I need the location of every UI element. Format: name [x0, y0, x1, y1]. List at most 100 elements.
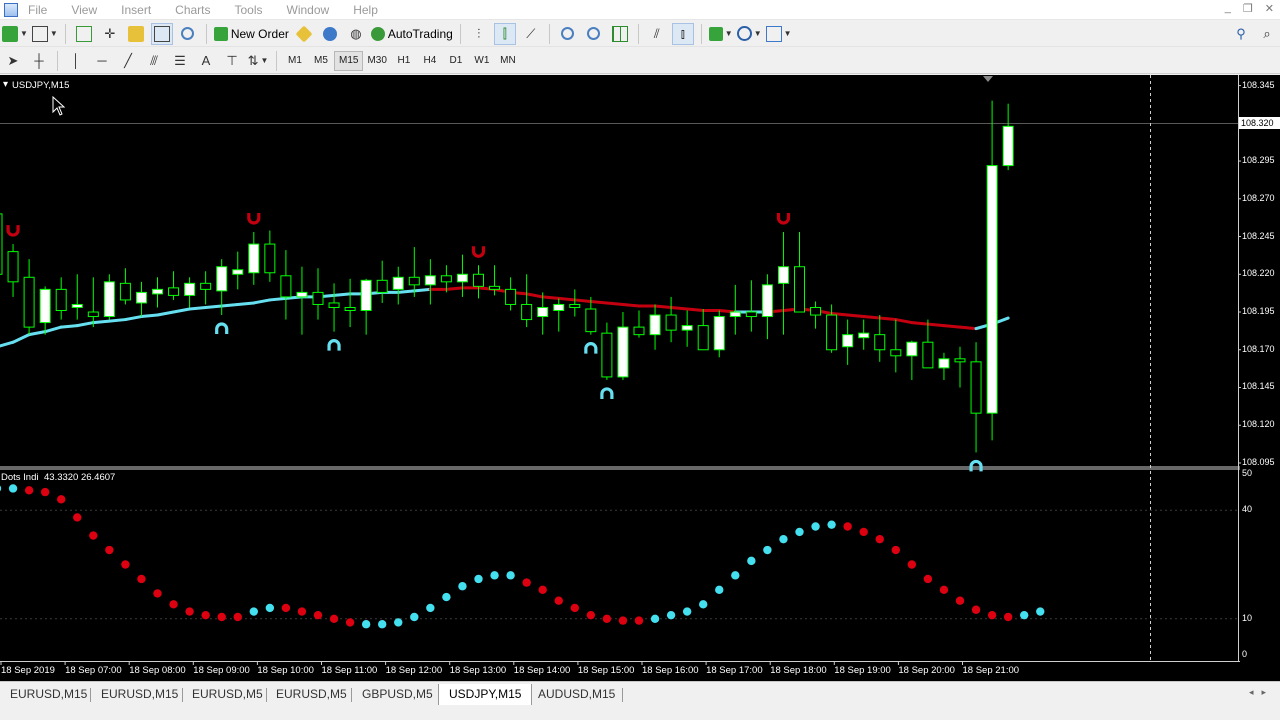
bear-candle [312, 291, 324, 305]
vertical-line-button[interactable]: │ [65, 50, 87, 72]
profiles-button[interactable]: ▼ [31, 23, 58, 45]
horizontal-line-icon: ─ [97, 53, 107, 68]
ma-line-segment [220, 302, 240, 308]
line-chart-button[interactable]: ⟋ [520, 23, 542, 45]
bear-candle [168, 287, 180, 296]
search-button[interactable]: ⚲ [1230, 23, 1252, 45]
periods-button[interactable]: ▼ [736, 23, 762, 45]
arrow-cursor-icon: ➤ [7, 52, 19, 68]
indicators-button[interactable]: ▼ [708, 23, 733, 45]
timeframe-m5[interactable]: M5 [308, 51, 334, 71]
autotrading-button[interactable]: AutoTrading [370, 23, 453, 45]
zoom-in-button[interactable] [557, 23, 579, 45]
templates-button[interactable]: ▼ [765, 23, 792, 45]
bear-candle [23, 276, 35, 328]
bar-chart-button[interactable]: ⫶ [468, 23, 490, 45]
indicator-dot [779, 534, 788, 544]
tab-eurusd-m5-2[interactable]: EURUSD,M5 [274, 686, 349, 704]
minimize-icon[interactable]: _ [1225, 2, 1231, 15]
indicator-dot [137, 574, 146, 584]
new-chart-button[interactable]: ▼ [2, 23, 28, 45]
cursor-tool-button[interactable]: ➤ [2, 50, 24, 72]
current-price-label: 108.320 [1239, 117, 1280, 129]
chart-shift-button[interactable]: ⫾ [671, 22, 694, 45]
bear-candle [810, 306, 822, 316]
tab-audusd-m15[interactable]: AUDUSD,M15 [536, 686, 617, 704]
chart-tabs: EURUSD,M15 EURUSD,M15 EURUSD,M5 EURUSD,M… [0, 681, 1280, 706]
timeframe-d1[interactable]: D1 [443, 51, 469, 71]
autoscroll-button[interactable]: ⫽ [646, 23, 668, 45]
indicators-icon [708, 26, 723, 41]
menu-window[interactable]: Window [287, 3, 330, 17]
price-tick-label: 108.345 [1242, 79, 1275, 90]
bear-candle [826, 314, 838, 351]
timeframe-mn[interactable]: MN [495, 51, 521, 71]
tab-eurusd-m15-2[interactable]: EURUSD,M15 [99, 686, 180, 704]
menu-help[interactable]: Help [353, 3, 378, 17]
timeframe-m30[interactable]: M30 [363, 51, 390, 71]
menu-file[interactable]: File [28, 3, 47, 17]
equidistant-channel-button[interactable]: ⫻ [143, 50, 165, 72]
indicator-dot [57, 495, 66, 504]
indicator-dot [474, 574, 483, 584]
menu-charts[interactable]: Charts [175, 3, 210, 17]
chart-collapse-icon[interactable]: ▾ [3, 79, 8, 90]
trendline-button[interactable]: ╱ [117, 50, 139, 72]
indicator-dot [458, 582, 467, 591]
indicator-dot [169, 600, 178, 609]
timeframe-m1[interactable]: M1 [282, 51, 308, 71]
timeframe-h1[interactable]: H1 [391, 51, 417, 71]
terminal-button[interactable] [150, 22, 173, 45]
chart-window[interactable]: ▾ USDJPY,M15 Dots Indi 43.3320 26.4607 1… [0, 75, 1280, 681]
tab-eurusd-m15[interactable]: EURUSD,M15 [8, 686, 89, 704]
timeframe-h4[interactable]: H4 [417, 51, 443, 71]
timeframe-m15[interactable]: M15 [334, 50, 364, 71]
text-button[interactable]: A [195, 50, 217, 72]
crosshair-tool-button[interactable]: ┼ [28, 50, 50, 72]
metaeditor-button[interactable] [293, 23, 315, 45]
bull-candle [456, 273, 468, 283]
time-tick-label: 18 Sep 10:00 [257, 665, 314, 676]
signals-icon [322, 26, 337, 41]
tab-scroll-arrows-icon[interactable]: ◂▸ [1249, 687, 1274, 698]
indicator-dot [185, 607, 194, 616]
indicator-dot [506, 571, 515, 580]
chat-button[interactable]: ⌕ [1256, 23, 1278, 45]
indicator-dot [971, 605, 981, 614]
close-icon[interactable]: ✕ [1265, 2, 1274, 15]
tab-usdjpy-m15[interactable]: USDJPY,M15 [438, 684, 533, 706]
tab-eurusd-m5[interactable]: EURUSD,M5 [190, 686, 265, 704]
bear-candle [890, 349, 902, 357]
restore-icon[interactable]: ❐ [1243, 2, 1253, 15]
candlestick-button[interactable]: ⫿ [493, 22, 516, 45]
timeframe-w1[interactable]: W1 [469, 51, 495, 71]
strategy-tester-button[interactable] [177, 23, 199, 45]
tab-separator [266, 688, 267, 702]
indicator-dot [361, 620, 371, 629]
fibonacci-button[interactable]: ☰ [169, 50, 191, 72]
time-tick-label: 18 Sep 11:00 [321, 665, 378, 676]
toolbar-separator [637, 23, 639, 44]
horizontal-line-button[interactable]: ─ [91, 50, 113, 72]
menu-tools[interactable]: Tools [235, 3, 263, 17]
menu-view[interactable]: View [71, 3, 97, 17]
zoom-out-button[interactable] [583, 23, 605, 45]
text-label-button[interactable]: ⊤ [221, 50, 243, 72]
market-button[interactable]: ◍ [345, 23, 367, 45]
indicator-dot [763, 545, 772, 555]
market-watch-button[interactable] [73, 23, 95, 45]
arrows-button[interactable]: ⇅ ▼ [247, 50, 269, 72]
tab-gbpusd-m5[interactable]: GBPUSD,M5 [360, 686, 435, 704]
ma-line-segment [557, 296, 577, 302]
menu-insert[interactable]: Insert [121, 3, 151, 17]
new-order-button[interactable]: New Order [213, 23, 289, 45]
tile-windows-button[interactable] [609, 23, 631, 45]
data-window-button[interactable]: ✛ [99, 23, 121, 45]
chevron-down-icon: ▼ [753, 29, 762, 38]
chart-canvas[interactable] [0, 75, 1280, 681]
signals-button[interactable] [319, 23, 341, 45]
time-tick-label: 18 Sep 17:00 [706, 665, 763, 676]
navigator-button[interactable] [125, 23, 147, 45]
ma-line-segment [942, 324, 962, 329]
ma-line-segment [621, 302, 641, 308]
